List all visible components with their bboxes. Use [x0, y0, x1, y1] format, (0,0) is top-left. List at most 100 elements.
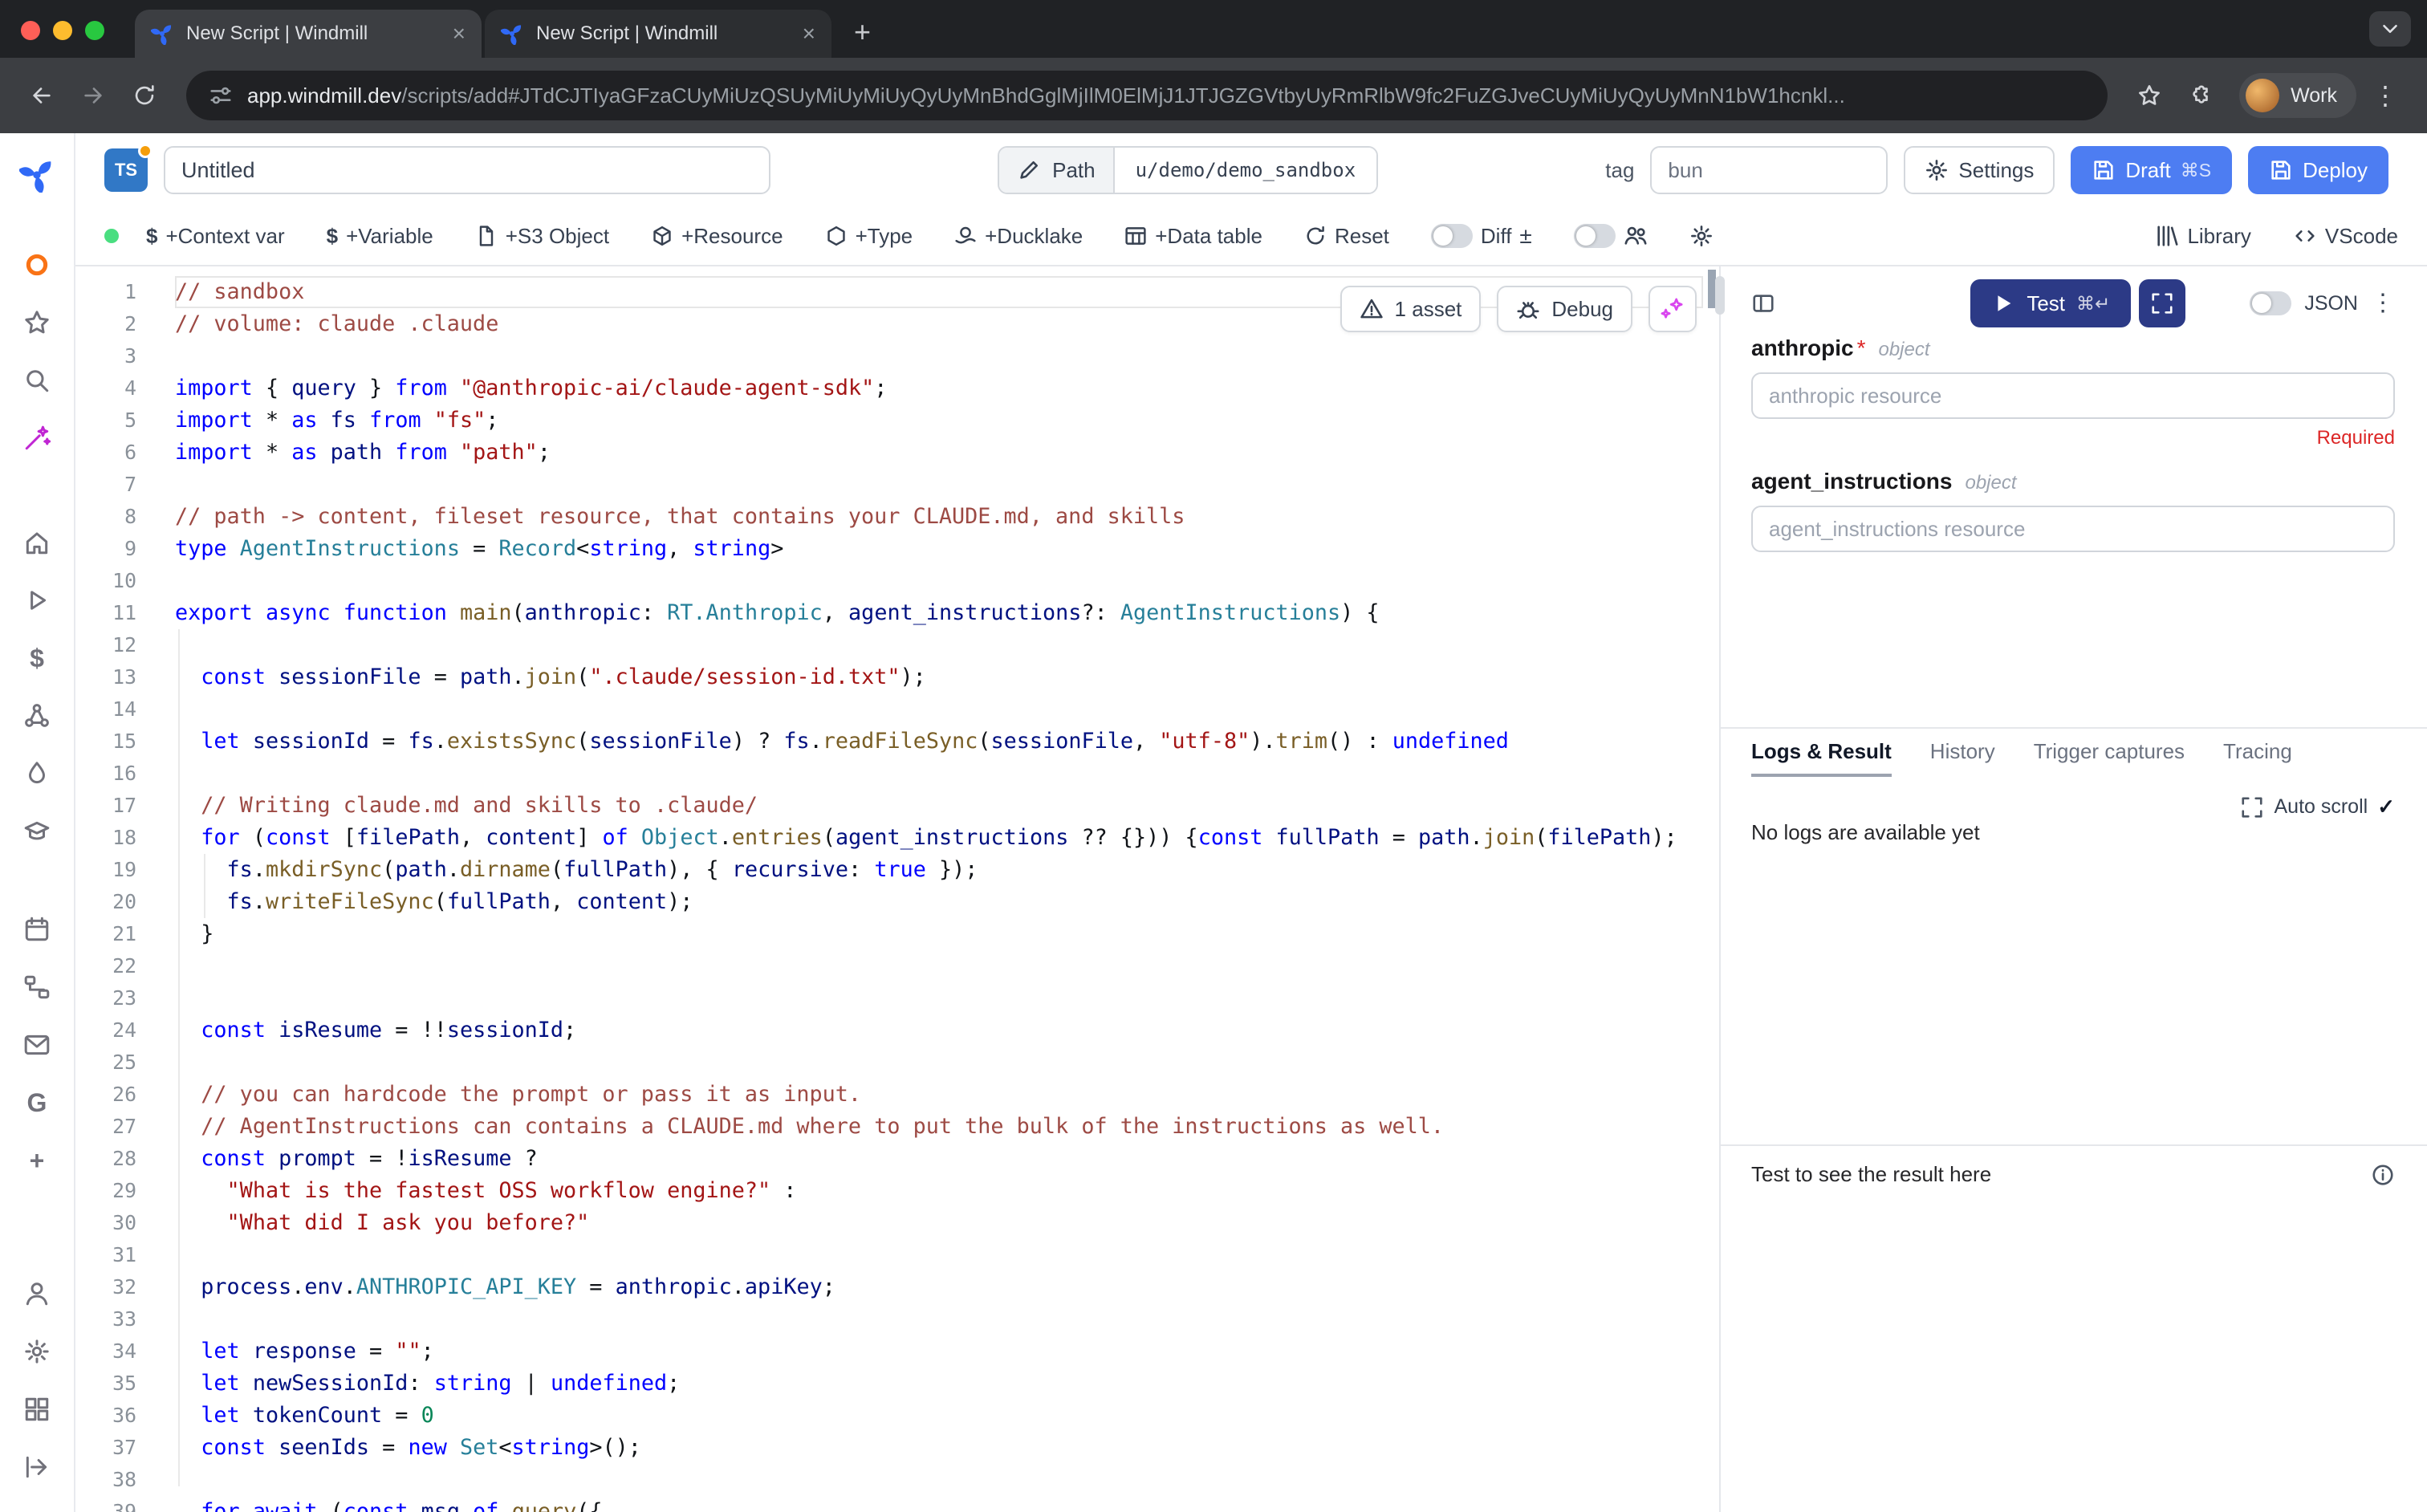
- code-line[interactable]: 38: [75, 1464, 1719, 1496]
- multiplayer-toggle[interactable]: [1574, 224, 1616, 248]
- code-line[interactable]: 30 "What did I ask you before?": [75, 1207, 1719, 1239]
- code-line[interactable]: 24 const isResume = !!sessionId;: [75, 1014, 1719, 1047]
- close-window-button[interactable]: [21, 21, 40, 40]
- toolbar-button--context-var[interactable]: $+Context var: [146, 224, 285, 249]
- tab-history[interactable]: History: [1930, 729, 1995, 777]
- code-line[interactable]: 3: [75, 340, 1719, 372]
- maximize-window-button[interactable]: [85, 21, 104, 40]
- code-editor[interactable]: 1// sandbox2// volume: claude .claude34i…: [75, 266, 1719, 1512]
- path-control[interactable]: Path u/demo/demo_sandbox: [998, 146, 1378, 194]
- sidebar-item-schedules[interactable]: [18, 910, 56, 949]
- deploy-button[interactable]: Deploy: [2248, 146, 2388, 194]
- toolbar-button--variable[interactable]: $+Variable: [327, 224, 433, 249]
- library-button[interactable]: Library: [2155, 224, 2250, 249]
- code-line[interactable]: 36 let tokenCount = 0: [75, 1400, 1719, 1432]
- code-line[interactable]: 37 const seenIds = new Set<string>();: [75, 1432, 1719, 1464]
- agent_instructions-input[interactable]: [1751, 506, 2395, 552]
- code-line[interactable]: 7: [75, 469, 1719, 501]
- expand-logs-icon[interactable]: [2240, 795, 2264, 819]
- autoscroll-control[interactable]: Auto scroll✓: [2240, 795, 2395, 819]
- code-line[interactable]: 6import * as path from "path";: [75, 437, 1719, 469]
- diff-control[interactable]: Diff±: [1431, 224, 1532, 249]
- close-tab-icon[interactable]: ×: [803, 22, 815, 45]
- sidebar-item-add[interactable]: +: [18, 1141, 56, 1180]
- sidebar-item-runs[interactable]: [18, 581, 56, 620]
- code-line[interactable]: 20 fs.writeFileSync(fullPath, content);: [75, 886, 1719, 918]
- code-line[interactable]: 21 }: [75, 918, 1719, 950]
- settings-button[interactable]: Settings: [1904, 146, 2055, 194]
- sidebar-item-google[interactable]: G: [18, 1083, 56, 1122]
- code-line[interactable]: 23: [75, 982, 1719, 1014]
- code-line[interactable]: 8// path -> content, fileset resource, t…: [75, 501, 1719, 533]
- editor-settings-icon[interactable]: [1689, 224, 1714, 248]
- sidebar-item-favorites[interactable]: [18, 303, 56, 342]
- profile-chip[interactable]: Work: [2239, 73, 2356, 118]
- close-tab-icon[interactable]: ×: [453, 22, 465, 45]
- code-line[interactable]: 12: [75, 629, 1719, 661]
- reload-button[interactable]: [122, 73, 167, 118]
- browser-tab[interactable]: New Script | Windmill×: [135, 10, 482, 58]
- browser-menu-button[interactable]: ⋮: [2363, 73, 2408, 118]
- toolbar-button--s3-object[interactable]: +S3 Object: [475, 224, 609, 249]
- code-line[interactable]: 9type AgentInstructions = Record<string,…: [75, 533, 1719, 565]
- vscode-button[interactable]: VScode: [2293, 224, 2398, 249]
- code-line[interactable]: 35 let newSessionId: string | undefined;: [75, 1368, 1719, 1400]
- panel-menu-button[interactable]: ⋮: [2371, 291, 2395, 315]
- code-line[interactable]: 11export async function main(anthropic: …: [75, 597, 1719, 629]
- new-tab-button[interactable]: +: [854, 18, 871, 47]
- sidebar-item-flows[interactable]: [18, 968, 56, 1006]
- code-line[interactable]: 16: [75, 758, 1719, 790]
- code-line[interactable]: 28 const prompt = !isResume ?: [75, 1143, 1719, 1175]
- debug-button[interactable]: Debug: [1497, 286, 1632, 332]
- toolbar-button--resource[interactable]: +Resource: [651, 224, 783, 249]
- sidebar-item-windmill-logo[interactable]: [18, 156, 56, 194]
- code-line[interactable]: 29 "What is the fastest OSS workflow eng…: [75, 1175, 1719, 1207]
- sidebar-item-learn[interactable]: [18, 812, 56, 851]
- sidebar-item-inbox[interactable]: [18, 1026, 56, 1064]
- bookmark-star-icon[interactable]: [2127, 73, 2172, 118]
- tab-search-button[interactable]: [2369, 11, 2411, 47]
- code-line[interactable]: 33: [75, 1303, 1719, 1335]
- code-line[interactable]: 5import * as fs from "fs";: [75, 404, 1719, 437]
- code-line[interactable]: 32 process.env.ANTHROPIC_API_KEY = anthr…: [75, 1271, 1719, 1303]
- code-line[interactable]: 27 // AgentInstructions can contains a C…: [75, 1111, 1719, 1143]
- sidebar-item-home[interactable]: [18, 523, 56, 562]
- expand-test-button[interactable]: [2139, 279, 2185, 327]
- sidebar-item-apps[interactable]: [18, 1390, 56, 1429]
- sidebar-item-workspace[interactable]: [18, 246, 56, 284]
- diff-toggle[interactable]: [1431, 224, 1473, 248]
- ai-generate-button[interactable]: [1648, 286, 1697, 332]
- code-line[interactable]: 26 // you can hardcode the prompt or pas…: [75, 1079, 1719, 1111]
- toolbar-button--type[interactable]: +Type: [825, 224, 913, 249]
- multiplayer-control[interactable]: [1574, 224, 1648, 248]
- code-line[interactable]: 25: [75, 1047, 1719, 1079]
- code-line[interactable]: 34 let response = "";: [75, 1335, 1719, 1368]
- tab-tracing[interactable]: Tracing: [2223, 729, 2292, 777]
- code-line[interactable]: 18 for (const [filePath, content] of Obj…: [75, 822, 1719, 854]
- draft-button[interactable]: Draft⌘S: [2071, 146, 2232, 194]
- test-button[interactable]: Test⌘↵: [1970, 279, 2131, 327]
- tab-trigger-captures[interactable]: Trigger captures: [2034, 729, 2185, 777]
- toolbar-button--data-table[interactable]: +Data table: [1124, 224, 1262, 249]
- forward-button[interactable]: [71, 73, 116, 118]
- code-line[interactable]: 10: [75, 565, 1719, 597]
- sidebar-item-resources[interactable]: [18, 697, 56, 735]
- toolbar-button-reset[interactable]: Reset: [1304, 224, 1389, 249]
- sidebar-item-collapse-sidebar[interactable]: [18, 1448, 56, 1486]
- script-path-value[interactable]: u/demo/demo_sandbox: [1113, 148, 1377, 193]
- assets-button[interactable]: 1 asset: [1340, 286, 1482, 332]
- json-toggle[interactable]: [2250, 291, 2291, 315]
- code-line[interactable]: 13 const sessionFile = path.join(".claud…: [75, 661, 1719, 693]
- back-button[interactable]: [19, 73, 64, 118]
- result-divider[interactable]: [1721, 1144, 2427, 1146]
- tag-input[interactable]: [1650, 146, 1888, 194]
- address-bar[interactable]: app.windmill.dev/scripts/add#JTdCJTIyaGF…: [186, 71, 2108, 120]
- anthropic-input[interactable]: [1751, 372, 2395, 419]
- sidebar-item-triggers[interactable]: [18, 754, 56, 793]
- site-settings-icon[interactable]: [209, 83, 233, 108]
- sidebar-item-variables[interactable]: $: [18, 639, 56, 677]
- minimize-window-button[interactable]: [53, 21, 72, 40]
- sidebar-item-settings[interactable]: [18, 1332, 56, 1371]
- edit-path-button[interactable]: Path: [999, 148, 1113, 193]
- browser-tab[interactable]: New Script | Windmill×: [485, 10, 831, 58]
